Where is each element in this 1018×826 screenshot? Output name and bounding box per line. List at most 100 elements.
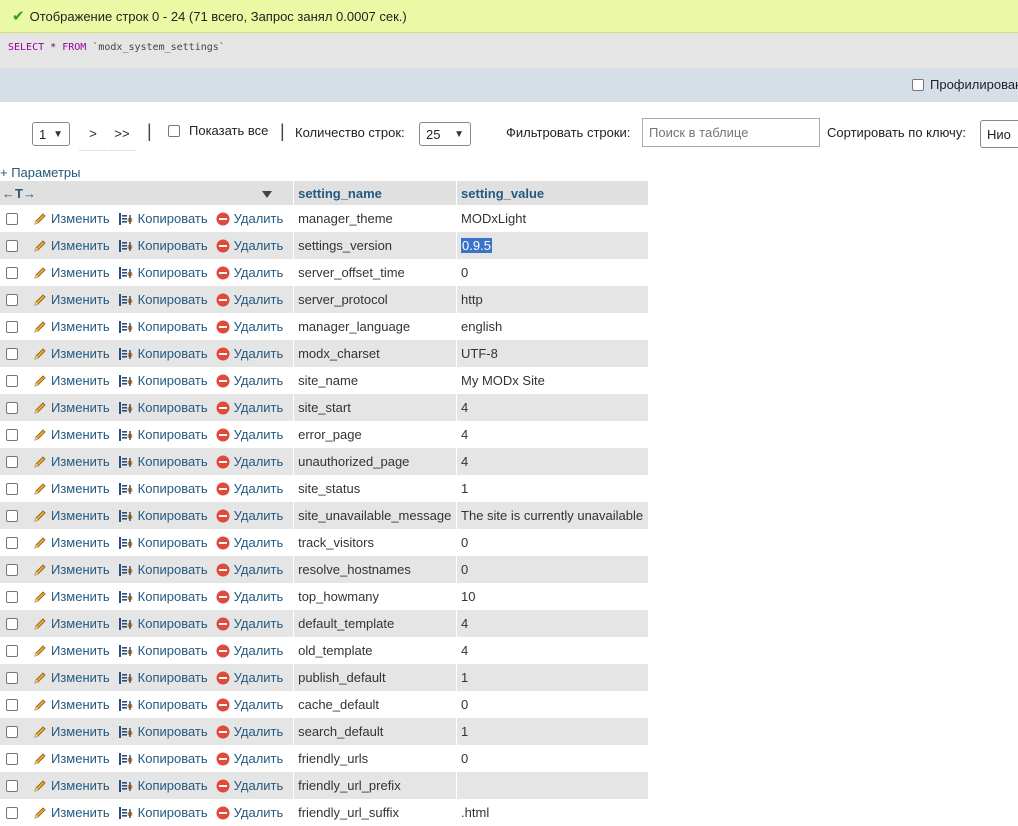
copy-button[interactable]: Копировать: [118, 373, 208, 388]
delete-button[interactable]: Удалить: [216, 400, 283, 415]
table-row[interactable]: Изменить Копировать Удалить manager_them…: [0, 205, 649, 232]
edit-button[interactable]: Изменить: [33, 454, 110, 469]
table-row[interactable]: Изменить Копировать Удалить friendly_url…: [0, 745, 649, 772]
cell-setting-name[interactable]: error_page: [293, 421, 458, 448]
delete-button[interactable]: Удалить: [216, 373, 283, 388]
edit-button[interactable]: Изменить: [33, 373, 110, 388]
sort-caret-icon[interactable]: [261, 190, 272, 198]
row-checkbox[interactable]: [6, 509, 18, 522]
copy-button[interactable]: Копировать: [118, 535, 208, 550]
cell-setting-name[interactable]: manager_theme: [293, 205, 458, 232]
cell-value[interactable]: UTF-8: [461, 346, 498, 361]
row-checkbox[interactable]: [6, 455, 18, 468]
cell-setting-name[interactable]: modx_charset: [293, 340, 458, 367]
show-all-toggle[interactable]: Показать все: [168, 123, 268, 138]
edit-button[interactable]: Изменить: [33, 427, 110, 442]
edit-button[interactable]: Изменить: [33, 292, 110, 307]
profiling-toggle[interactable]: Профилирование: [912, 77, 1018, 92]
cell-setting-name[interactable]: old_template: [293, 637, 458, 664]
cell-value[interactable]: My MODx Site: [461, 373, 545, 388]
cell-value[interactable]: 0: [461, 265, 468, 280]
delete-button[interactable]: Удалить: [216, 697, 283, 712]
table-row[interactable]: Изменить Копировать Удалить site_name My…: [0, 367, 649, 394]
cell-setting-name[interactable]: friendly_urls: [293, 745, 458, 772]
table-row[interactable]: Изменить Копировать Удалить friendly_url…: [0, 799, 649, 826]
delete-button[interactable]: Удалить: [216, 724, 283, 739]
table-row[interactable]: Изменить Копировать Удалить site_start 4: [0, 394, 649, 421]
cell-setting-name[interactable]: search_default: [293, 718, 458, 745]
edit-button[interactable]: Изменить: [33, 751, 110, 766]
cell-value[interactable]: 0: [461, 697, 468, 712]
copy-button[interactable]: Копировать: [118, 751, 208, 766]
delete-button[interactable]: Удалить: [216, 805, 283, 820]
cell-setting-name[interactable]: server_protocol: [293, 286, 458, 313]
delete-button[interactable]: Удалить: [216, 778, 283, 793]
table-row[interactable]: Изменить Копировать Удалить publish_defa…: [0, 664, 649, 691]
row-checkbox[interactable]: [6, 401, 18, 414]
row-checkbox[interactable]: [6, 779, 18, 792]
delete-button[interactable]: Удалить: [216, 319, 283, 334]
row-checkbox[interactable]: [6, 590, 18, 603]
table-row[interactable]: Изменить Копировать Удалить old_template…: [0, 637, 649, 664]
copy-button[interactable]: Копировать: [118, 292, 208, 307]
row-checkbox[interactable]: [6, 266, 18, 279]
cell-setting-name[interactable]: track_visitors: [293, 529, 458, 556]
edit-button[interactable]: Изменить: [33, 346, 110, 361]
delete-button[interactable]: Удалить: [216, 481, 283, 496]
row-checkbox[interactable]: [6, 482, 18, 495]
cell-setting-name[interactable]: manager_language: [293, 313, 458, 340]
row-checkbox[interactable]: [6, 698, 18, 711]
copy-button[interactable]: Копировать: [118, 508, 208, 523]
cell-value[interactable]: 1: [461, 724, 468, 739]
row-checkbox[interactable]: [6, 752, 18, 765]
edit-button[interactable]: Изменить: [33, 589, 110, 604]
table-row[interactable]: Изменить Копировать Удалить error_page 4: [0, 421, 649, 448]
row-checkbox[interactable]: [6, 536, 18, 549]
delete-button[interactable]: Удалить: [216, 238, 283, 253]
row-checkbox[interactable]: [6, 563, 18, 576]
cell-value[interactable]: MODxLight: [461, 211, 526, 226]
edit-button[interactable]: Изменить: [33, 400, 110, 415]
delete-button[interactable]: Удалить: [216, 292, 283, 307]
edit-button[interactable]: Изменить: [33, 265, 110, 280]
table-row[interactable]: Изменить Копировать Удалить resolve_host…: [0, 556, 649, 583]
delete-button[interactable]: Удалить: [216, 454, 283, 469]
cell-setting-name[interactable]: unauthorized_page: [293, 448, 458, 475]
copy-button[interactable]: Копировать: [118, 400, 208, 415]
table-row[interactable]: Изменить Копировать Удалить default_temp…: [0, 610, 649, 637]
table-row[interactable]: Изменить Копировать Удалить friendly_url…: [0, 772, 649, 799]
cell-value[interactable]: http: [461, 292, 483, 307]
cell-value[interactable]: 4: [461, 616, 468, 631]
cell-value[interactable]: 1: [461, 670, 468, 685]
options-link[interactable]: + Параметры: [0, 165, 81, 180]
cell-setting-name[interactable]: resolve_hostnames: [293, 556, 458, 583]
cell-setting-name[interactable]: publish_default: [293, 664, 458, 691]
table-row[interactable]: Изменить Копировать Удалить top_howmany …: [0, 583, 649, 610]
edit-button[interactable]: Изменить: [33, 562, 110, 577]
edit-button[interactable]: Изменить: [33, 670, 110, 685]
cell-setting-name[interactable]: friendly_url_prefix: [293, 772, 458, 799]
delete-button[interactable]: Удалить: [216, 670, 283, 685]
profiling-checkbox[interactable]: [912, 78, 924, 91]
cell-value[interactable]: english: [461, 319, 502, 334]
cell-value[interactable]: 4: [461, 643, 468, 658]
cell-setting-name[interactable]: friendly_url_suffix: [293, 799, 458, 826]
copy-button[interactable]: Копировать: [118, 616, 208, 631]
cell-value[interactable]: 10: [461, 589, 475, 604]
copy-button[interactable]: Копировать: [118, 319, 208, 334]
edit-button[interactable]: Изменить: [33, 535, 110, 550]
delete-button[interactable]: Удалить: [216, 589, 283, 604]
row-checkbox[interactable]: [6, 374, 18, 387]
delete-button[interactable]: Удалить: [216, 427, 283, 442]
row-checkbox[interactable]: [6, 239, 18, 252]
delete-button[interactable]: Удалить: [216, 535, 283, 550]
copy-button[interactable]: Копировать: [118, 238, 208, 253]
edit-button[interactable]: Изменить: [33, 616, 110, 631]
cell-setting-name[interactable]: site_status: [293, 475, 458, 502]
cell-value[interactable]: 4: [461, 454, 468, 469]
delete-button[interactable]: Удалить: [216, 562, 283, 577]
table-row[interactable]: Изменить Копировать Удалить search_defau…: [0, 718, 649, 745]
copy-button[interactable]: Копировать: [118, 670, 208, 685]
cell-value[interactable]: 4: [461, 400, 468, 415]
copy-button[interactable]: Копировать: [118, 481, 208, 496]
